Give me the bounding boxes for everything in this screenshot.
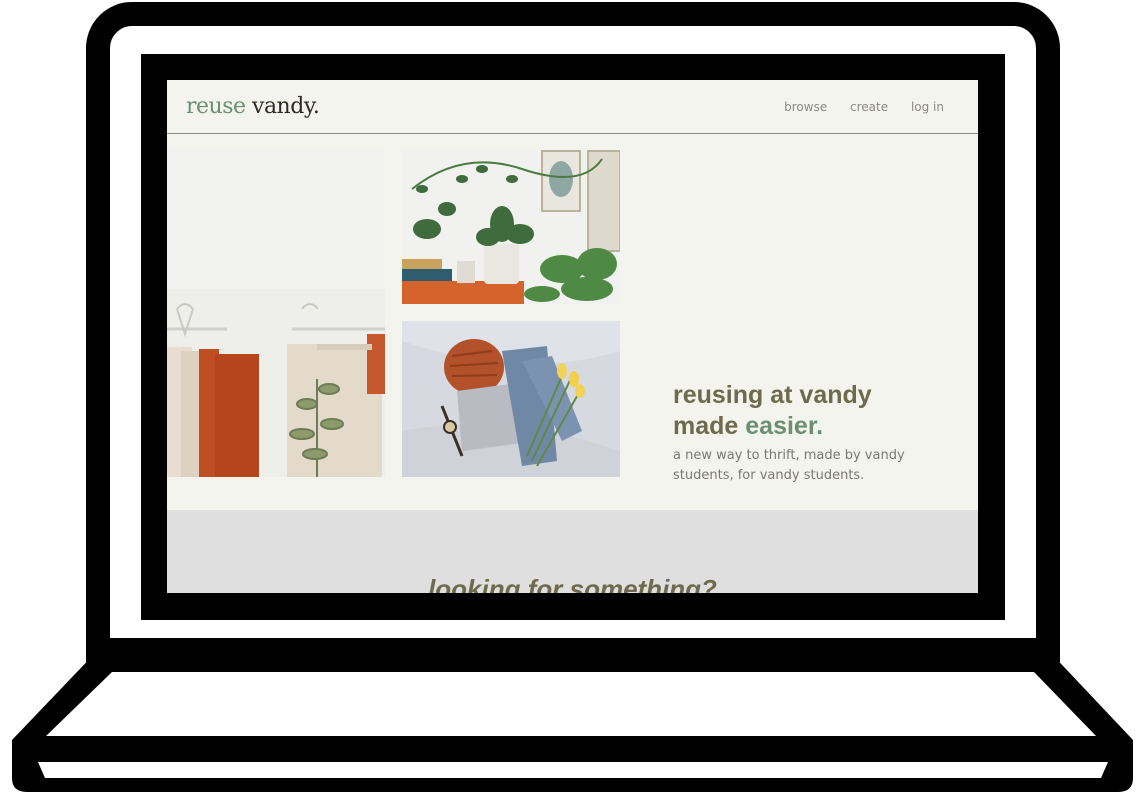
laptop-base (12, 650, 1133, 792)
